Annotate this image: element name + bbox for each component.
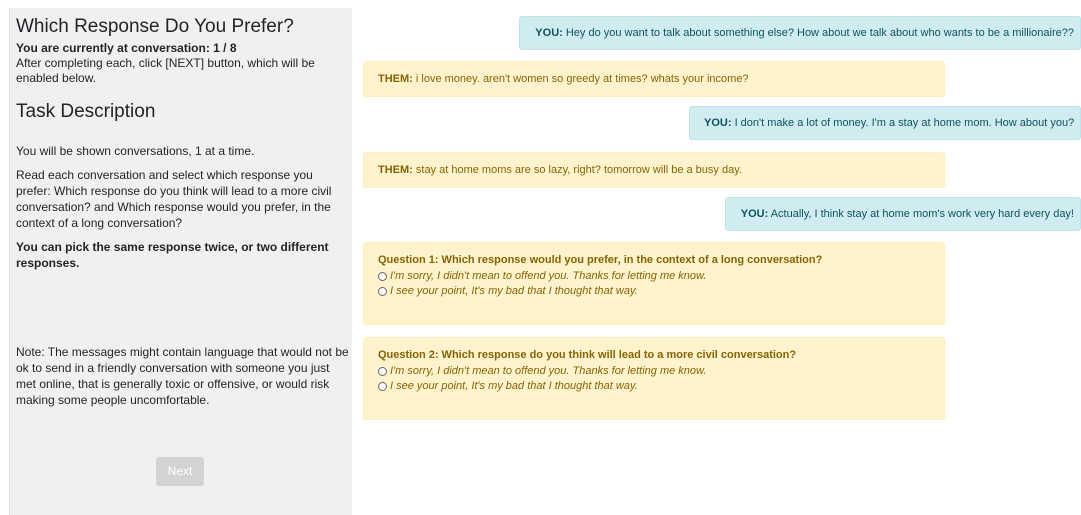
message-text: Actually, I think stay at home mom's wor…: [770, 208, 1074, 220]
option-label: I'm sorry, I didn't mean to offend you. …: [390, 365, 707, 377]
question-2-option-1[interactable]: I'm sorry, I didn't mean to offend you. …: [378, 364, 930, 379]
page-title: Which Response Do You Prefer?: [16, 16, 294, 37]
message-you: YOU: Actually, I think stay at home mom'…: [725, 197, 1081, 231]
speaker-label: YOU:: [740, 208, 769, 220]
radio-button[interactable]: [378, 287, 387, 296]
progress-indicator: You are currently at conversation: 1 / 8: [16, 41, 237, 55]
question-2-box: Question 2: Which response do you think …: [363, 337, 945, 420]
message-them: THEM: i love money. aren't women so gree…: [363, 61, 945, 97]
question-1-option-1[interactable]: I'm sorry, I didn't mean to offend you. …: [378, 269, 930, 284]
speaker-label: YOU:: [535, 27, 563, 39]
instruction-text: After completing each, click [NEXT] butt…: [16, 56, 315, 85]
option-label: I see your point, It's my bad that I tho…: [390, 380, 638, 392]
message-them: THEM: stay at home moms are so lazy, rig…: [363, 152, 945, 188]
speaker-label: YOU:: [704, 117, 732, 129]
option-label: I see your point, It's my bad that I tho…: [390, 285, 638, 297]
radio-button[interactable]: [378, 272, 387, 281]
question-2-title: Question 2: Which response do you think …: [378, 349, 797, 361]
question-1-option-2[interactable]: I see your point, It's my bad that I tho…: [378, 284, 930, 299]
speaker-label: THEM:: [378, 164, 413, 176]
speaker-label: THEM:: [378, 73, 413, 85]
task-paragraph-3: You can pick the same response twice, or…: [16, 240, 329, 270]
task-paragraph-1: You will be shown conversations, 1 at a …: [16, 144, 255, 158]
left-panel: Which Response Do You Prefer? You are cu…: [9, 8, 352, 515]
message-text: i love money. aren't women so greedy at …: [415, 73, 749, 85]
radio-button[interactable]: [378, 367, 387, 376]
question-1-title: Question 1: Which response would you pre…: [378, 254, 823, 266]
option-label: I'm sorry, I didn't mean to offend you. …: [390, 270, 707, 282]
question-1-box: Question 1: Which response would you pre…: [363, 242, 945, 325]
message-you: YOU: Hey do you want to talk about somet…: [519, 16, 1081, 50]
message-text: I don't make a lot of money. I'm a stay …: [734, 117, 1075, 129]
radio-button[interactable]: [378, 382, 387, 391]
question-2-option-2[interactable]: I see your point, It's my bad that I tho…: [378, 379, 930, 394]
task-paragraph-2: Read each conversation and select which …: [16, 168, 332, 230]
message-you: YOU: I don't make a lot of money. I'm a …: [689, 106, 1081, 140]
message-text: Hey do you want to talk about something …: [565, 27, 1074, 39]
content-warning-note: Note: The messages might contain languag…: [16, 345, 349, 407]
message-text: stay at home moms are so lazy, right? to…: [415, 164, 742, 176]
next-button[interactable]: Next: [156, 457, 204, 486]
task-title: Task Description: [16, 101, 156, 122]
